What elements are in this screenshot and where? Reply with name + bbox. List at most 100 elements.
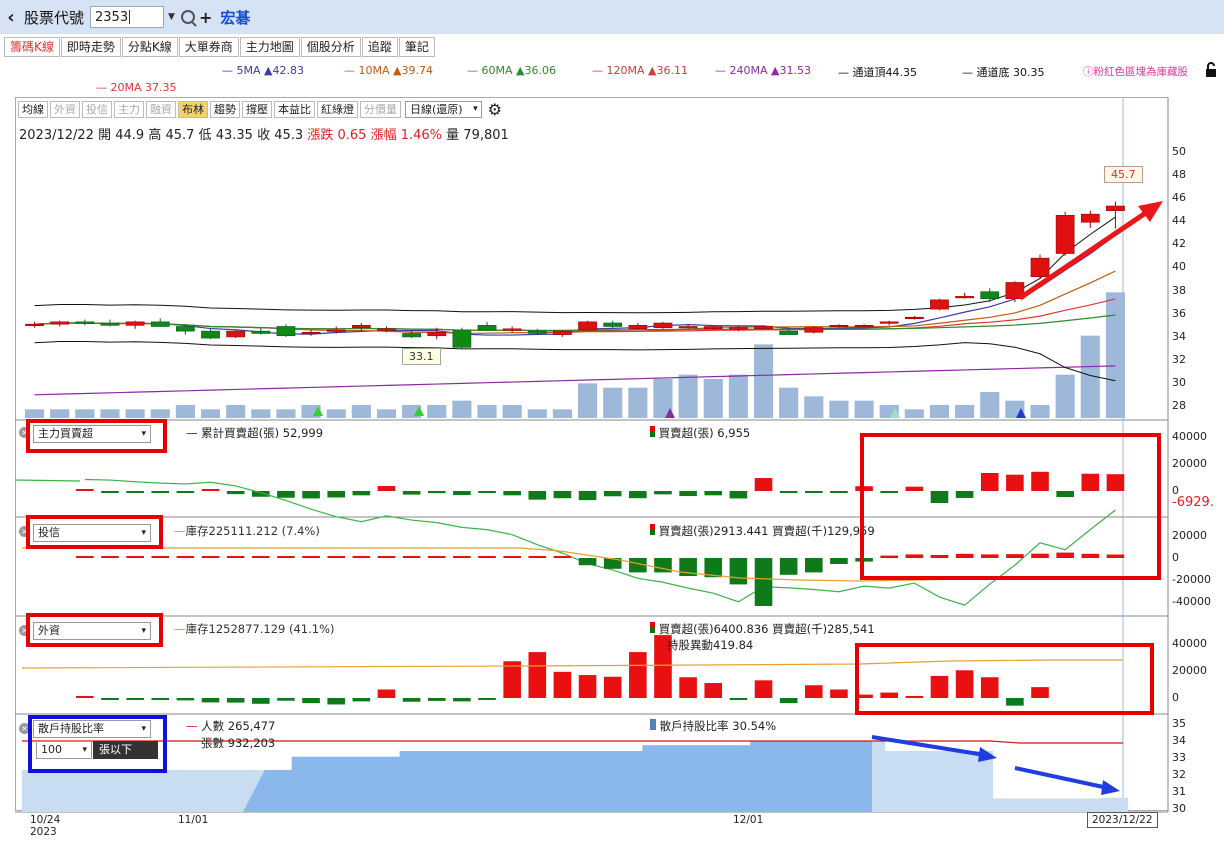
volume-bar	[251, 409, 271, 418]
volume-bar	[1055, 374, 1075, 418]
trust-net-bar	[101, 556, 119, 558]
volume-bar	[603, 387, 623, 418]
trust-net-bar	[327, 556, 346, 558]
candle-body	[578, 321, 597, 331]
candle-body	[326, 329, 346, 332]
price-tick: 28	[1172, 399, 1186, 413]
foreign-net-bar	[76, 696, 94, 698]
foreign-net-bar	[176, 698, 195, 701]
x-label-year: 2023	[30, 826, 57, 838]
trend-arrow-head	[1138, 201, 1163, 222]
panel3-stock-text: 庫存1252877.129 (41.1%)	[185, 622, 335, 636]
p4-axis-1: 34	[1172, 734, 1186, 747]
foreign-net-bar	[226, 698, 245, 703]
price-tick: 34	[1172, 329, 1186, 343]
candle-body	[201, 330, 220, 339]
trust-net-bar	[427, 556, 446, 558]
volume-bar	[125, 409, 145, 418]
foreign-net-bar	[151, 698, 170, 701]
trust-net-bar	[779, 558, 798, 575]
foreign-net-bar	[528, 652, 547, 698]
p4-axis-5: 30	[1172, 802, 1186, 815]
volume-bar	[728, 374, 748, 418]
volume-bar	[25, 409, 45, 418]
main-net-bar	[402, 491, 421, 495]
panel3-change: 持股異動419.84	[667, 638, 754, 652]
trust-net-bar	[76, 556, 94, 558]
volume-bar	[552, 409, 572, 418]
panel3-stock: —庫存1252877.129 (41.1%)	[174, 622, 335, 636]
panel4-ratio: 散戶持股比率 30.54%	[650, 718, 776, 734]
trust-net-bar	[830, 558, 848, 564]
main-net-bar	[754, 478, 773, 491]
volume-bar	[50, 409, 70, 418]
foreign-net-bar	[402, 698, 421, 702]
main-net-bar	[226, 491, 245, 495]
main-net-bar	[804, 491, 823, 493]
volume-bar	[351, 405, 371, 418]
candle-body	[452, 329, 472, 348]
p3-axis-2: 0	[1172, 691, 1179, 704]
candle-body	[678, 326, 698, 329]
trust-net-bar	[528, 556, 547, 558]
ma5-line	[34, 234, 1116, 336]
volume-bar	[678, 374, 698, 418]
p3-axis-0: 40000	[1172, 637, 1207, 650]
volume-bar	[502, 405, 522, 418]
trust-net-bar	[176, 556, 195, 558]
trust-net-bar	[251, 556, 270, 558]
volume-bar	[854, 400, 874, 418]
main-net-bar	[779, 491, 798, 493]
candle-body	[779, 330, 799, 335]
panel2-net: 買賣超(張)2913.441 買賣超(千)129,959	[650, 523, 875, 539]
trust-net-bar	[804, 558, 823, 573]
main-net-bar	[151, 491, 170, 493]
panel4-people: — 人數 265,477	[186, 719, 276, 733]
volume-bar	[276, 409, 296, 418]
volume-bar	[527, 409, 547, 418]
blue-arrow-head	[1101, 780, 1120, 795]
volume-bar	[1105, 292, 1125, 418]
price-tick: 38	[1172, 283, 1186, 297]
price-tick: 36	[1172, 306, 1186, 320]
cursor-date: 2023/12/22	[1087, 812, 1158, 828]
main-net-bar	[578, 491, 597, 501]
trust-net-bar	[453, 556, 471, 558]
foreign-net-bar	[101, 698, 119, 700]
main-net-bar	[352, 491, 371, 496]
trust-net-bar	[377, 556, 396, 558]
people-line	[22, 740, 1123, 744]
candle-body	[150, 321, 170, 327]
price-tick: 30	[1172, 376, 1186, 390]
candle-body	[402, 333, 421, 338]
foreign-net-bar	[126, 698, 144, 700]
panel4-people-text: 人數 265,477	[201, 719, 276, 733]
blue-arrow-head	[978, 747, 997, 762]
volume-bar	[929, 405, 950, 418]
x-label-1201: 12/01	[733, 814, 764, 826]
main-net-bar	[478, 491, 496, 493]
volume-bar	[628, 387, 648, 418]
main-net-bar	[654, 491, 672, 495]
main-net-bar	[277, 491, 295, 498]
trust-net-bar	[553, 556, 572, 558]
blue-arrow	[1014, 766, 1109, 790]
foreign-net-bar	[830, 689, 848, 698]
candle-body	[729, 327, 748, 330]
low-annotation: 33.1	[402, 348, 441, 365]
high-annotation: 45.7	[1104, 166, 1143, 183]
highlight-box	[26, 515, 163, 549]
channel-bottom-line	[34, 341, 1116, 382]
main-net-bar	[176, 491, 195, 493]
price-tick: 32	[1172, 353, 1186, 367]
candle-body	[980, 291, 1000, 299]
candle-body	[804, 327, 824, 333]
trust-net-bar	[352, 556, 371, 558]
panel1-net-text: 買賣超(張) 6,955	[658, 426, 751, 440]
trust-net-bar	[402, 556, 421, 558]
foreign-net-bar	[754, 680, 773, 698]
foreign-net-bar	[427, 698, 446, 701]
candle-body	[1080, 213, 1100, 223]
volume-bar	[779, 387, 799, 418]
candle-body	[703, 326, 723, 330]
